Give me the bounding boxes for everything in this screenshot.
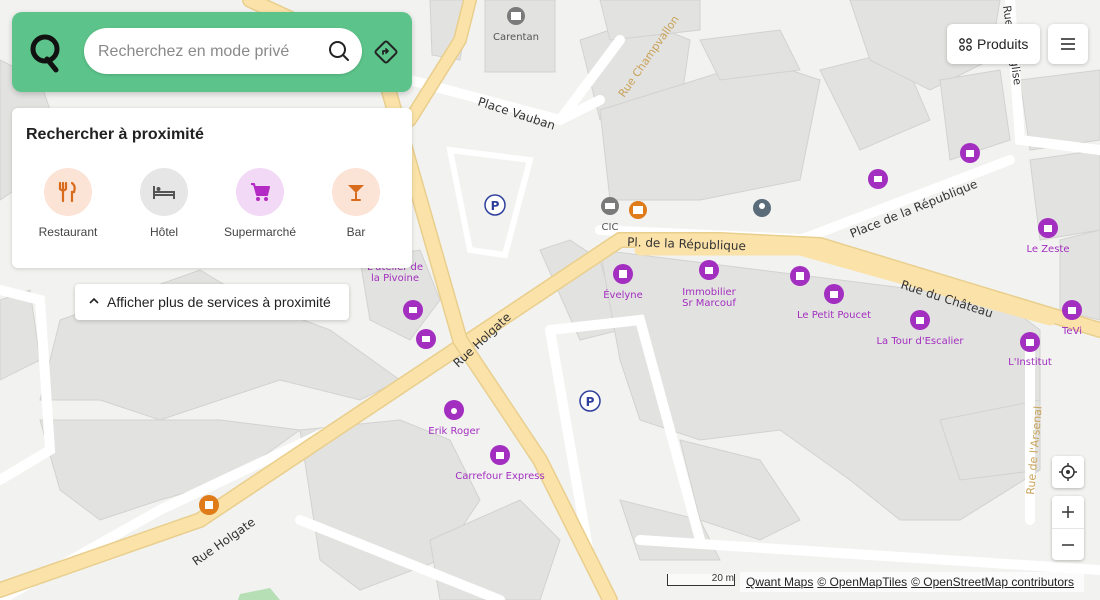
scale-label: 20 m (711, 573, 734, 584)
hotel-icon (140, 168, 188, 216)
category-label-restaurant: Restaurant (38, 225, 98, 239)
category-supermarket[interactable]: Supermarché (212, 168, 308, 239)
poi-label-immobilier: Immobilier (682, 287, 736, 298)
products-label: Produits (977, 36, 1029, 52)
zoom-controls (1052, 496, 1084, 560)
poi-label-evelyne: Évelyne (603, 288, 643, 301)
openstreetmap-link[interactable]: © OpenStreetMap contributors (911, 575, 1074, 589)
directions-icon[interactable] (374, 40, 398, 64)
restaurant-icon (44, 168, 92, 216)
hamburger-icon (1061, 38, 1075, 50)
show-more-label: Afficher plus de services à proximité (107, 294, 331, 310)
plus-icon (1062, 506, 1074, 518)
zoom-out-button[interactable] (1052, 529, 1084, 560)
poi-label-erik-roger: Erik Roger (428, 426, 480, 437)
cocktail-icon (332, 168, 380, 216)
svg-text:P: P (586, 395, 595, 409)
scale-bar: 20 m (667, 574, 735, 586)
search-icon[interactable] (328, 40, 350, 62)
nearby-panel: Rechercher à proximité Restaurant Hôtel … (12, 108, 412, 268)
menu-button[interactable] (1048, 24, 1088, 64)
poi-label-cic: CIC (602, 222, 619, 233)
poi-label-tevi: TeVi (1061, 326, 1082, 337)
chevron-up-icon (89, 296, 99, 308)
category-bar[interactable]: Bar (308, 168, 404, 239)
grid-icon (959, 37, 972, 51)
category-hotel[interactable]: Hôtel (116, 168, 212, 239)
category-label-supermarket: Supermarché (223, 225, 297, 239)
locate-me-button[interactable] (1052, 456, 1084, 488)
products-button[interactable]: Produits (947, 24, 1040, 64)
poi-label-petit-poucet: Le Petit Poucet (797, 310, 871, 321)
poi-label-le-zeste: Le Zeste (1026, 244, 1069, 255)
poi-label-tour-escalier: La Tour d'Escalier (876, 336, 964, 347)
crosshair-icon (1059, 463, 1077, 481)
qwant-maps-link[interactable]: Qwant Maps (746, 575, 813, 589)
openmaptiles-link[interactable]: © OpenMapTiles (817, 575, 907, 589)
search-input[interactable] (96, 28, 320, 76)
search-box (84, 28, 362, 76)
map-attribution: Qwant Maps © OpenMapTiles © OpenStreetMa… (740, 572, 1085, 592)
poi-label-sr-marcouf: Sr Marcouf (682, 298, 736, 309)
show-more-services-button[interactable]: Afficher plus de services à proximité (75, 284, 349, 320)
poi-label-carrefour: Carrefour Express (455, 471, 544, 482)
zoom-in-button[interactable] (1052, 496, 1084, 528)
poi-label-pivoine: la Pivoine (371, 273, 419, 284)
poi-label-carentan: Carentan (493, 32, 539, 43)
category-label-hotel: Hôtel (149, 225, 178, 239)
svg-text:P: P (491, 199, 500, 213)
search-header (12, 12, 412, 92)
category-label-bar: Bar (346, 225, 366, 239)
cart-icon (236, 168, 284, 216)
nearby-title: Rechercher à proximité (26, 126, 204, 143)
minus-icon (1062, 543, 1074, 546)
poi-label-linstitut: L'Institut (1008, 357, 1052, 368)
category-restaurant[interactable]: Restaurant (20, 168, 116, 239)
qwant-logo[interactable] (28, 32, 64, 74)
